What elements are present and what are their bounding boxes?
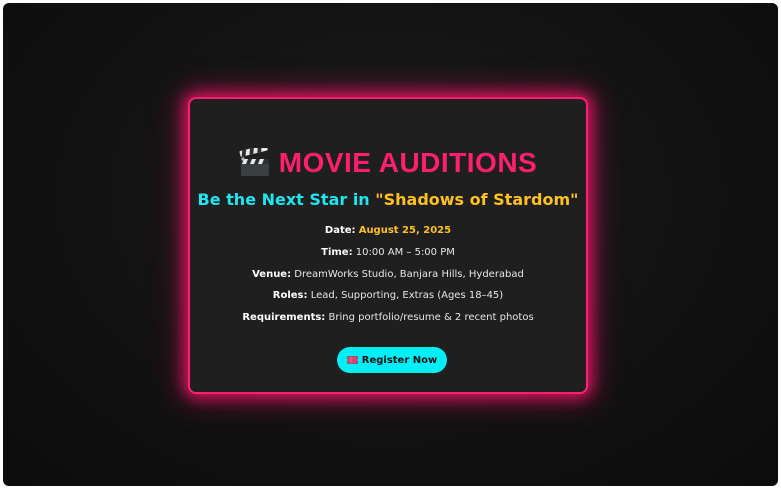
requirements-row: Requirements: Bring portfolio/resume & 2…: [190, 312, 586, 323]
requirements-label: Requirements:: [242, 312, 326, 323]
date-row: Date: August 25, 2025: [190, 225, 586, 236]
subtitle: Be the Next Star in "Shadows of Stardom": [190, 190, 586, 209]
roles-label: Roles:: [272, 290, 308, 301]
date-label: Date:: [324, 225, 356, 236]
audition-card: MOVIE AUDITIONS Be the Next Star in "Sha…: [188, 97, 588, 394]
requirements-value: Bring portfolio/resume & 2 recent photos: [325, 312, 534, 323]
ticket-icon: [346, 356, 358, 364]
roles-value: Lead, Supporting, Extras (Ages 18–45): [307, 290, 504, 301]
title-row: MOVIE AUDITIONS: [190, 143, 586, 183]
page-title: MOVIE AUDITIONS: [278, 147, 538, 178]
date-value: August 25, 2025: [358, 225, 452, 236]
venue-value: DreamWorks Studio, Banjara Hills, Hydera…: [291, 269, 524, 280]
register-button-label: Register Now: [361, 354, 438, 366]
movie-name: "Shadows of Stardom": [375, 190, 579, 209]
register-button[interactable]: Register Now: [337, 347, 447, 373]
page-background: MOVIE AUDITIONS Be the Next Star in "Sha…: [3, 3, 778, 486]
venue-label: Venue:: [252, 269, 292, 280]
subtitle-prefix: Be the Next Star in: [197, 190, 376, 209]
time-label: Time:: [321, 247, 353, 258]
venue-row: Venue: DreamWorks Studio, Banjara Hills,…: [190, 269, 586, 280]
time-value: 10:00 AM – 5:00 PM: [352, 247, 455, 258]
time-row: Time: 10:00 AM – 5:00 PM: [190, 247, 586, 258]
clapperboard-icon: [239, 144, 271, 178]
roles-row: Roles: Lead, Supporting, Extras (Ages 18…: [190, 290, 586, 301]
